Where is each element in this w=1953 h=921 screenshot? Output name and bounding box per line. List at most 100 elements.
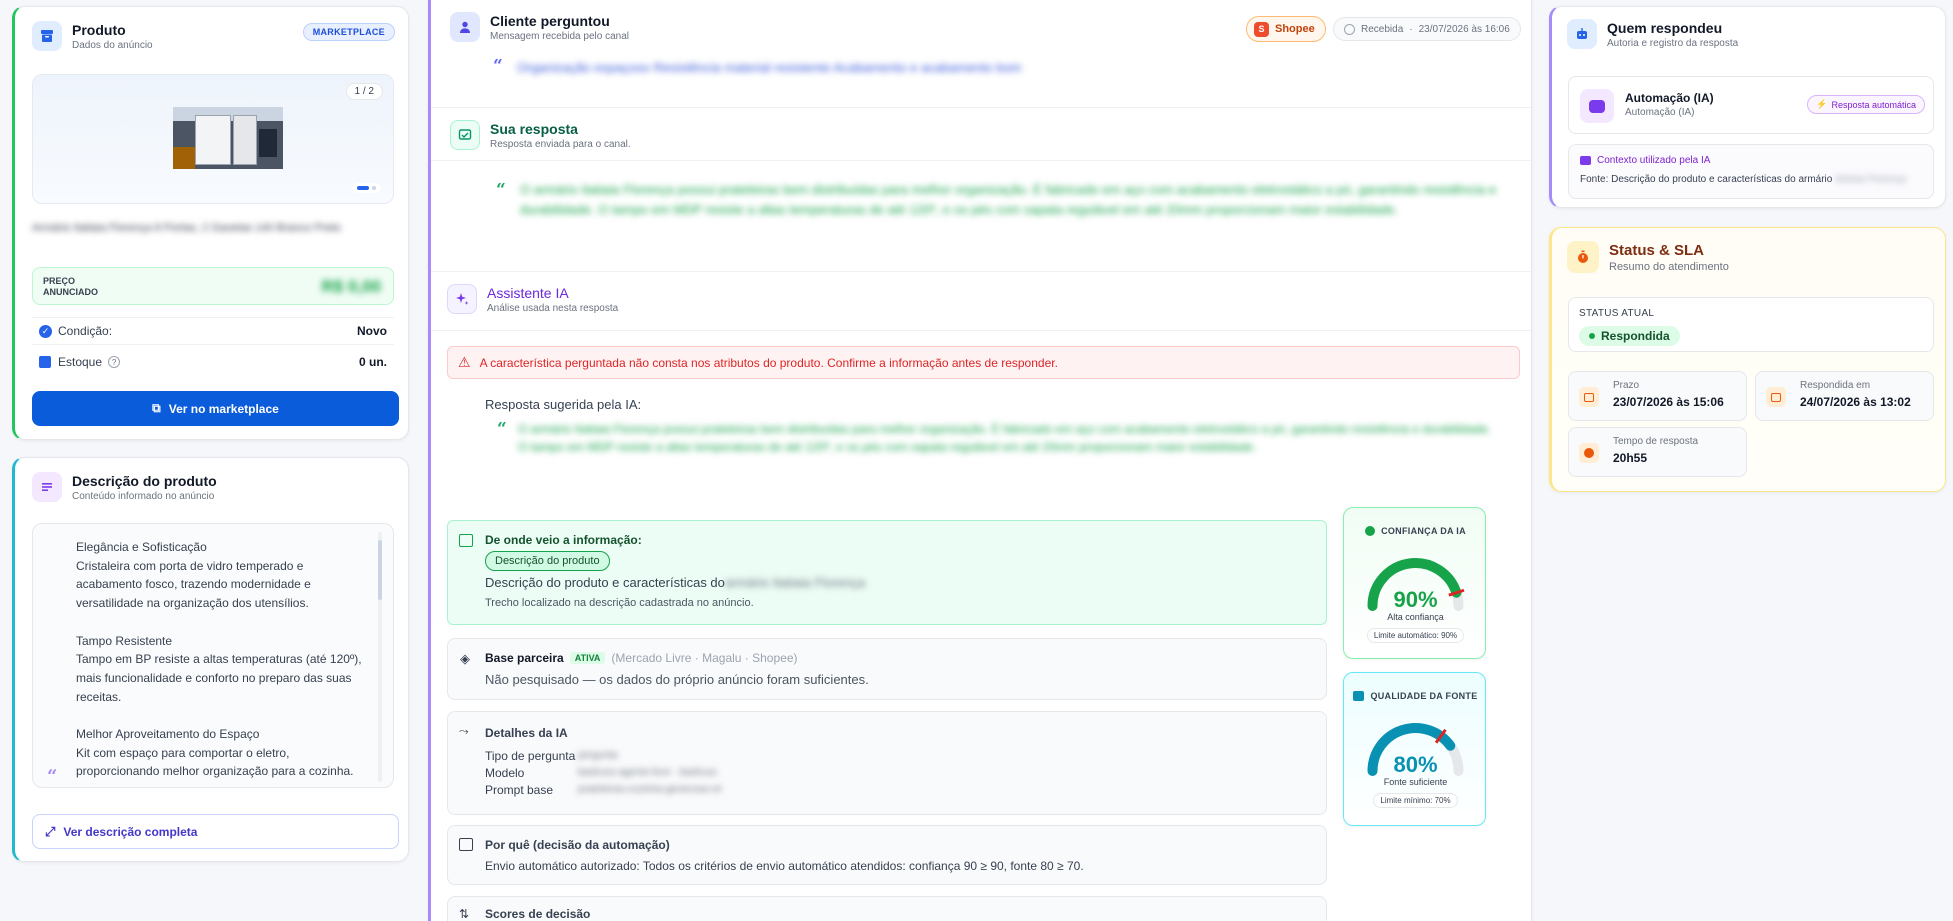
why-text: Envio automático autorizado: Todos os cr… <box>485 859 1084 873</box>
responder-box: Automação (IA) Automação (IA) ⚡ Resposta … <box>1568 76 1934 134</box>
suggested-text: O armário Itatiaia Florença possui prate… <box>518 422 1492 454</box>
scores-icon: ⇅ <box>459 907 470 921</box>
detail-value: prateleiras-cozinha-generosa-v4 <box>578 784 722 795</box>
clock-icon <box>1344 23 1355 35</box>
stopwatch-icon <box>1579 443 1599 463</box>
partner-box: ◈ Base parceira ATIVA (Mercado Livre · M… <box>447 638 1327 700</box>
full-description-label: Ver descrição completa <box>63 824 198 839</box>
question-text: Organização espaçoso Resistência materia… <box>517 60 1022 75</box>
source-chip: Descrição do produto <box>485 551 610 571</box>
confidence-caption: Alta confiança <box>1387 612 1444 622</box>
ai-avatar <box>1580 89 1614 123</box>
quote-icon: “ <box>496 180 506 200</box>
lines-icon <box>32 472 62 502</box>
detail-label: Prompt base <box>485 782 554 797</box>
question-title: Cliente perguntou <box>490 12 610 29</box>
expand-icon: ⤢ <box>45 823 56 839</box>
responder-card: Quem respondeu Autoria e registro da res… <box>1549 6 1946 208</box>
answered-box: Respondida em 24/07/2026 às 13:02 <box>1755 371 1934 421</box>
received-date: 23/07/2026 às 16:06 <box>1418 23 1510 35</box>
description-line: acabamento fosco, trazendo modernidade e <box>76 577 311 592</box>
description-line: Elegância e Sofisticação <box>76 540 207 554</box>
confidence-title: CONFIANÇA DA IA <box>1381 526 1466 536</box>
context-title: Contexto utilizado pela IA <box>1597 155 1711 166</box>
marketplace-badge: MARKETPLACE <box>302 23 395 41</box>
why-box: Por quê (decisão da automação) Envio aut… <box>447 825 1327 885</box>
current-status-box: STATUS ATUAL Respondida <box>1568 297 1934 352</box>
context-icon <box>1580 156 1591 165</box>
condition-row: ✓ Condição: Novo <box>32 317 394 345</box>
suggested-label: Resposta sugerida pela IA: <box>485 397 642 412</box>
layers-icon: ◈ <box>460 651 470 666</box>
condition-value: Novo <box>357 324 387 338</box>
view-marketplace-label: Ver no marketplace <box>168 401 279 416</box>
calendar-icon <box>1766 387 1786 407</box>
answer-text: O armário Itatiaia Florença possui prate… <box>520 182 1497 217</box>
description-box[interactable]: Elegância e Sofisticação Cristaleira com … <box>32 523 394 788</box>
description-subtitle: Conteúdo informado no anúncio <box>72 490 215 502</box>
question-section: Cliente perguntou Mensagem recebida pelo… <box>431 0 1531 107</box>
quote-icon: “ <box>493 56 503 76</box>
price-box: PREÇO ANUNCIADO R$ 0,00 <box>32 267 394 305</box>
responder-title: Quem respondeu <box>1607 19 1723 36</box>
description-line: versatilidade na organização dos utensíl… <box>76 596 309 611</box>
view-marketplace-button[interactable]: ⧉ Ver no marketplace <box>32 391 399 426</box>
detail-value: baslrusz-agente-livre · baslrusz <box>578 767 717 778</box>
description-line: Tampo Resistente <box>76 633 173 648</box>
status-title: Status & SLA <box>1609 241 1705 259</box>
timer-icon <box>1567 241 1599 273</box>
deadline-value: 23/07/2026 às 15:06 <box>1613 395 1724 409</box>
source-box: De onde veio a informação: Descrição do … <box>447 520 1327 625</box>
quality-value: 80% <box>1393 752 1438 777</box>
response-time-value: 20h55 <box>1613 451 1648 465</box>
answer-section: Sua resposta Resposta enviada para o can… <box>431 107 1531 271</box>
list-icon <box>459 838 473 851</box>
scores-title: Scores de decisão <box>485 907 591 921</box>
reply-icon <box>450 120 480 150</box>
full-description-button[interactable]: ⤢ Ver descrição completa <box>32 814 399 849</box>
why-title: Por quê (decisão da automação) <box>485 838 670 852</box>
detail-row: Modelo baslrusz-agente-livre · baslrusz <box>485 764 721 781</box>
partner-title: Base parceira <box>485 651 564 665</box>
detail-label: Tipo de pergunta <box>485 748 576 763</box>
price-label: PREÇO ANUNCIADO <box>43 276 98 297</box>
answer-title: Sua resposta <box>490 120 578 137</box>
condition-label: Condição: <box>58 324 113 338</box>
price-value: R$ 0,00 <box>321 277 381 296</box>
carousel-dots[interactable] <box>352 183 381 193</box>
sparkle-icon <box>447 284 477 314</box>
quality-title: QUALIDADE DA FONTE <box>1370 691 1478 701</box>
detail-row: Tipo de pergunta pergunta <box>485 747 721 764</box>
responder-subtitle: Autoria e registro da resposta <box>1607 37 1739 49</box>
scores-box: ⇅ Scores de decisão <box>447 896 1327 921</box>
details-title: Detalhes da IA <box>485 726 568 740</box>
description-line <box>76 613 376 632</box>
answer-subtitle: Resposta enviada para o canal. <box>490 138 631 150</box>
source-title: De onde veio a informação: <box>485 533 642 547</box>
quality-icon <box>1353 691 1365 701</box>
deadline-label: Prazo <box>1613 380 1640 391</box>
channel-badge[interactable]: S Shopee <box>1246 16 1326 42</box>
assistant-title: Assistente IA <box>487 284 569 301</box>
answered-value: 24/07/2026 às 13:02 <box>1800 395 1911 409</box>
product-image-carousel[interactable]: 1 / 2 <box>32 74 394 204</box>
scrollbar[interactable] <box>378 532 382 782</box>
channel-name: Shopee <box>1275 23 1315 35</box>
responder-role: Automação (IA) <box>1625 107 1695 118</box>
description-line: Cristaleira com porta de vidro temperado… <box>76 558 304 573</box>
description-title: Descrição do produto <box>72 472 217 489</box>
stock-label: Estoque <box>58 355 103 369</box>
shopee-icon: S <box>1254 21 1269 37</box>
current-status-label: STATUS ATUAL <box>1579 308 1655 319</box>
product-card: Produto Dados do anúncio MARKETPLACE 1 /… <box>12 6 409 440</box>
product-image[interactable] <box>173 107 283 169</box>
image-counter: 1 / 2 <box>345 83 383 100</box>
auto-response-badge: ⚡ Resposta automática <box>1807 95 1925 114</box>
trend-icon: ⤳ <box>459 724 469 738</box>
description-text: Elegância e Sofisticação Cristaleira com … <box>76 538 376 781</box>
description-line: proporcionando melhor organização para a… <box>76 764 354 779</box>
detail-value: pergunta <box>578 750 618 761</box>
help-icon[interactable]: ? <box>108 356 121 368</box>
source-quality-gauge-card: QUALIDADE DA FONTE 80% Fonte suficiente … <box>1343 672 1486 826</box>
context-box: Contexto utilizado pela IA Fonte: Descri… <box>1568 144 1934 199</box>
